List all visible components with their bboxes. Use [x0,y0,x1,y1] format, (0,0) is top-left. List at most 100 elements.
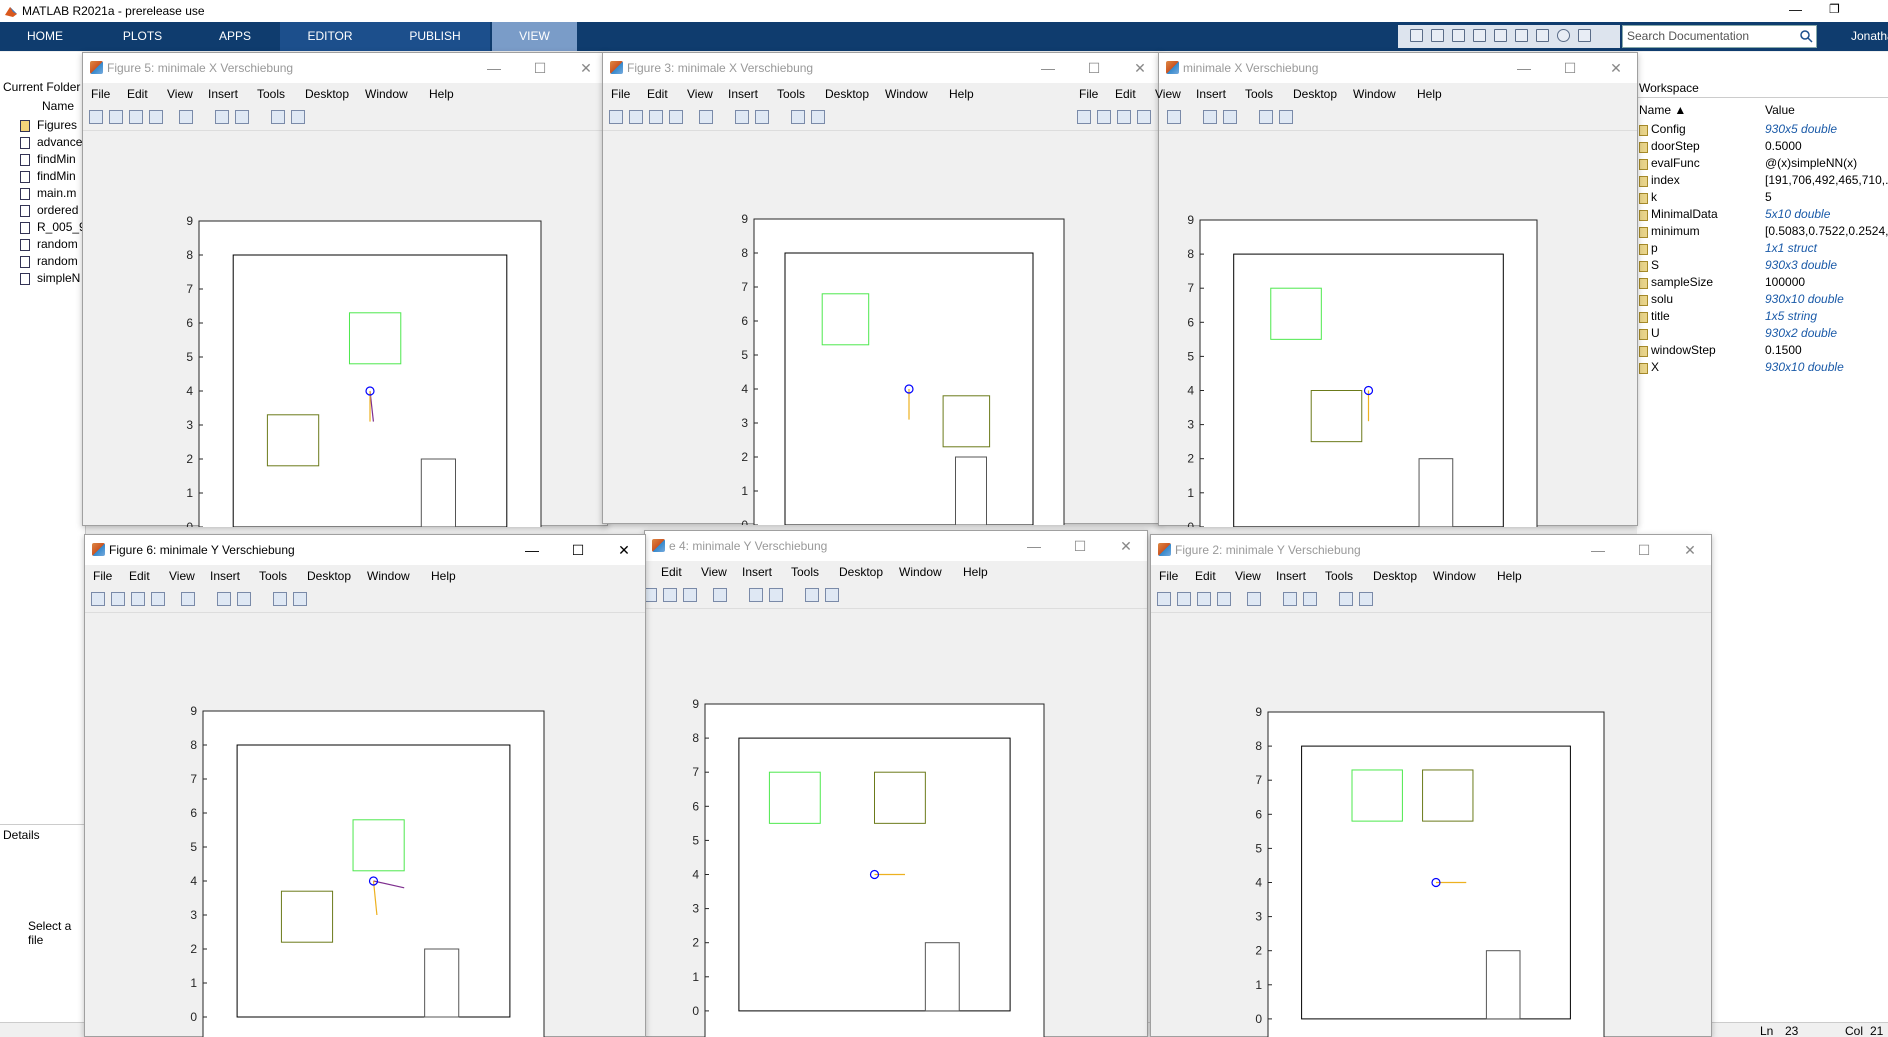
print-icon[interactable] [151,592,165,606]
menu-tools[interactable]: Tools [1245,87,1273,101]
legend-icon[interactable] [235,110,249,124]
figure-titlebar[interactable]: Figure 5: minimale X Verschiebung — ☐ ✕ [83,53,607,83]
figure-axes[interactable]: -1012345678902468 [603,133,1163,525]
legend-icon[interactable] [237,592,251,606]
search-icon[interactable] [1800,30,1813,43]
maximize-icon[interactable]: ☐ [1085,59,1103,77]
menu-tools[interactable]: Tools [259,569,287,583]
link-icon[interactable] [1247,592,1261,606]
open-icon[interactable] [1177,592,1191,606]
property-editor-icon[interactable] [825,588,839,602]
close-icon[interactable]: ✕ [1607,59,1625,77]
menu-desktop[interactable]: Desktop [825,87,869,101]
minimize-icon[interactable]: — [1589,541,1607,559]
figure-titlebar[interactable]: Figure 2: minimale Y Verschiebung — ☐ ✕ [1151,535,1711,565]
menu-insert[interactable]: Insert [742,565,772,579]
menu-insert[interactable]: Insert [1196,87,1226,101]
link-icon[interactable] [713,588,727,602]
colorbar-icon[interactable] [1203,110,1217,124]
workspace-row[interactable]: doorStep 0.5000 [1639,139,1888,156]
figure-axes[interactable]: -1012345678902468 [645,611,1149,1037]
new-icon[interactable] [1157,592,1171,606]
menu-desktop[interactable]: Desktop [839,565,883,579]
colorbar-icon[interactable] [749,588,763,602]
menu-view[interactable]: View [169,569,195,583]
colorbar-icon[interactable] [735,110,749,124]
menu-tools[interactable]: Tools [257,87,285,101]
figure-titlebar[interactable]: minimale X Verschiebung — ☐ ✕ [1159,53,1637,83]
menu-window[interactable]: Window [885,87,928,101]
menu-view[interactable]: View [1155,87,1181,101]
print-icon[interactable] [669,110,683,124]
close-icon[interactable]: ✕ [1117,537,1135,555]
link-icon[interactable] [699,110,713,124]
menu-window[interactable]: Window [1433,569,1476,583]
tab-plots[interactable]: PLOTS [100,22,185,51]
workspace-row[interactable]: k5 [1639,190,1888,207]
print-icon[interactable] [149,110,163,124]
redo-icon[interactable] [1515,29,1528,42]
tab-editor[interactable]: EDITOR [280,22,380,51]
workspace-row[interactable]: sampleSize 100000 [1639,275,1888,292]
figure-axes[interactable]: -1012345678902468 [1159,133,1639,527]
menu-tools[interactable]: Tools [791,565,819,579]
save-icon[interactable] [1117,110,1131,124]
menu-desktop[interactable]: Desktop [1293,87,1337,101]
print-icon[interactable] [1137,110,1151,124]
figure-window-fig5[interactable]: Figure 5: minimale X Verschiebung — ☐ ✕ File… [82,52,608,527]
workspace-row[interactable]: X 930x10 double [1639,360,1888,377]
workspace-row[interactable]: p 1x1 struct [1639,241,1888,258]
menu-desktop[interactable]: Desktop [1373,569,1417,583]
figure-titlebar[interactable]: Figure 3: minimale X Verschiebung — ☐ ✕ [603,53,1161,83]
menu-help[interactable]: Help [1417,87,1442,101]
minimize-icon[interactable]: — [1025,537,1043,555]
menu-window[interactable]: Window [899,565,942,579]
tab-publish[interactable]: PUBLISH [380,22,490,51]
maximize-icon[interactable]: ☐ [1071,537,1089,555]
menu-window[interactable]: Window [1353,87,1396,101]
colorbar-icon[interactable] [215,110,229,124]
copy-icon[interactable] [1452,29,1465,42]
restore-icon[interactable]: ❐ [1829,2,1840,16]
tab-home[interactable]: HOME [0,22,90,51]
close-icon[interactable]: ✕ [577,59,595,77]
tab-apps[interactable]: APPS [195,22,275,51]
link-icon[interactable] [179,110,193,124]
link-icon[interactable] [1167,110,1181,124]
cut-icon[interactable] [1431,29,1444,42]
save-icon[interactable] [1410,29,1423,42]
name-column-header[interactable]: Name [42,99,74,113]
menu-edit[interactable]: Edit [129,569,150,583]
menu-view[interactable]: View [687,87,713,101]
switch-windows-icon[interactable] [1536,29,1549,42]
close-icon[interactable]: ✕ [1681,541,1699,559]
property-editor-icon[interactable] [293,592,307,606]
link-icon[interactable] [181,592,195,606]
menu-insert[interactable]: Insert [1276,569,1306,583]
workspace-row[interactable]: U 930x2 double [1639,326,1888,343]
workspace-row[interactable]: solu 930x10 double [1639,292,1888,309]
save-icon[interactable] [663,588,677,602]
workspace-row[interactable]: index [191,706,492,465,710,... [1639,173,1888,190]
figure-window-fig4[interactable]: e 4: minimale Y Verschiebung—☐✕FileEditV… [623,530,1149,1037]
close-icon[interactable]: ✕ [1131,59,1149,77]
menu-edit[interactable]: Edit [1115,87,1136,101]
open-icon[interactable] [1097,110,1111,124]
menu-edit[interactable]: Edit [647,87,668,101]
menu-file[interactable]: File [1079,87,1098,101]
print-icon[interactable] [1217,592,1231,606]
workspace-row[interactable]: evalFunc @(x)simpleNN(x) [1639,156,1888,173]
maximize-icon[interactable]: ☐ [1635,541,1653,559]
menu-tools[interactable]: Tools [1325,569,1353,583]
menu-view[interactable]: View [167,87,193,101]
workspace-row[interactable]: Config 930x5 double [1639,122,1888,139]
pointer-icon[interactable] [273,592,287,606]
legend-icon[interactable] [769,588,783,602]
menu-file[interactable]: File [611,87,630,101]
property-editor-icon[interactable] [1359,592,1373,606]
figure-axes[interactable]: -1012345678902468 [85,615,647,1037]
figure-titlebar[interactable]: e 4: minimale Y Verschiebung — ☐ ✕ [645,531,1147,561]
menu-help[interactable]: Help [431,569,456,583]
tab-view[interactable]: VIEW [492,22,577,51]
legend-icon[interactable] [755,110,769,124]
